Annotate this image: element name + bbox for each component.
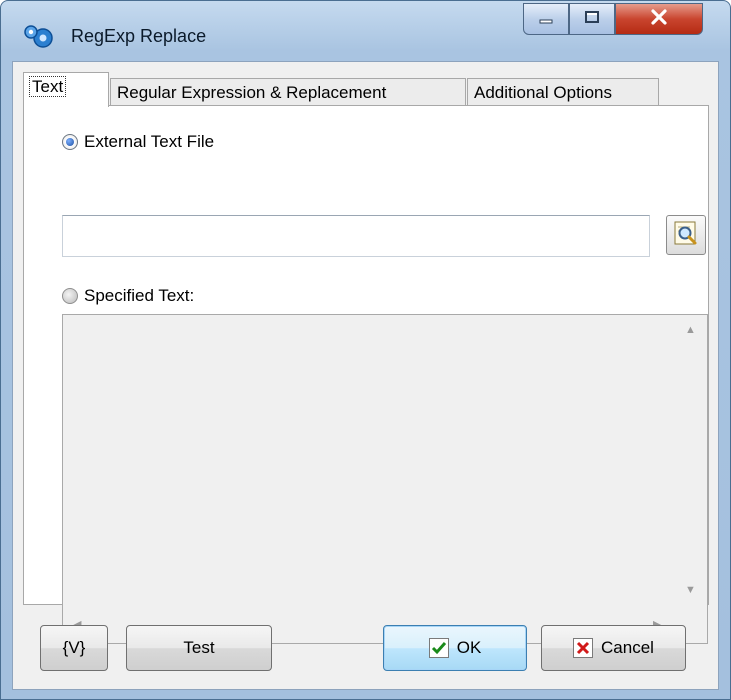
ok-button[interactable]: OK [383, 625, 527, 671]
minimize-icon [538, 9, 554, 29]
cancel-x-icon [573, 638, 594, 658]
window-title: RegExp Replace [71, 26, 207, 46]
client-area: Text Regular Expression & Replacement Ad… [12, 61, 719, 690]
cancel-button[interactable]: Cancel [541, 625, 686, 671]
test-button[interactable]: Test [126, 625, 272, 671]
vertical-scrollbar[interactable]: ▲ ▼ [673, 315, 707, 609]
specified-text-label: Specified Text: [84, 286, 195, 305]
external-text-file-option[interactable]: External Text File [62, 132, 214, 152]
regexp-gears-icon [23, 23, 55, 49]
ok-button-label: OK [456, 638, 482, 657]
tab-additional-options[interactable]: Additional Options [467, 78, 659, 106]
browse-magnifier-icon [672, 219, 700, 252]
scroll-up-icon[interactable]: ▲ [685, 325, 696, 336]
close-icon [650, 8, 668, 30]
title-bar[interactable]: RegExp Replace [1, 1, 730, 61]
tab-regular-expression-replacement[interactable]: Regular Expression & Replacement [110, 78, 466, 106]
radio-unselected-icon[interactable] [62, 288, 78, 304]
minimize-button[interactable] [523, 3, 569, 35]
specified-text-memo[interactable]: ▲ ▼ ◀ ▶ [62, 314, 708, 644]
maximize-button[interactable] [569, 3, 615, 35]
cancel-button-label: Cancel [601, 638, 654, 657]
close-button[interactable] [615, 3, 703, 35]
browse-file-button[interactable] [666, 215, 706, 255]
tab-text[interactable]: Text [23, 72, 109, 107]
tab-additional-label: Additional Options [474, 83, 612, 102]
caption-buttons [523, 3, 703, 37]
scroll-down-icon[interactable]: ▼ [685, 585, 696, 596]
radio-selected-icon[interactable] [62, 134, 78, 150]
checkmark-icon [428, 638, 449, 658]
tab-regex-label: Regular Expression & Replacement [117, 83, 387, 102]
external-file-path-input[interactable] [62, 215, 650, 257]
tab-text-label: Text [28, 76, 67, 97]
variables-button[interactable]: {V} [40, 625, 108, 671]
test-button-label: Test [183, 638, 215, 657]
specified-text-option[interactable]: Specified Text: [62, 286, 194, 306]
variables-button-label: {V} [62, 638, 86, 657]
maximize-icon [584, 9, 600, 29]
text-tab-panel: External Text File Specified Text: ▲ ▼ [23, 105, 709, 644]
dialog-window: RegExp Replace Text Regular Expression &… [0, 0, 731, 700]
external-text-file-label: External Text File [84, 132, 215, 151]
